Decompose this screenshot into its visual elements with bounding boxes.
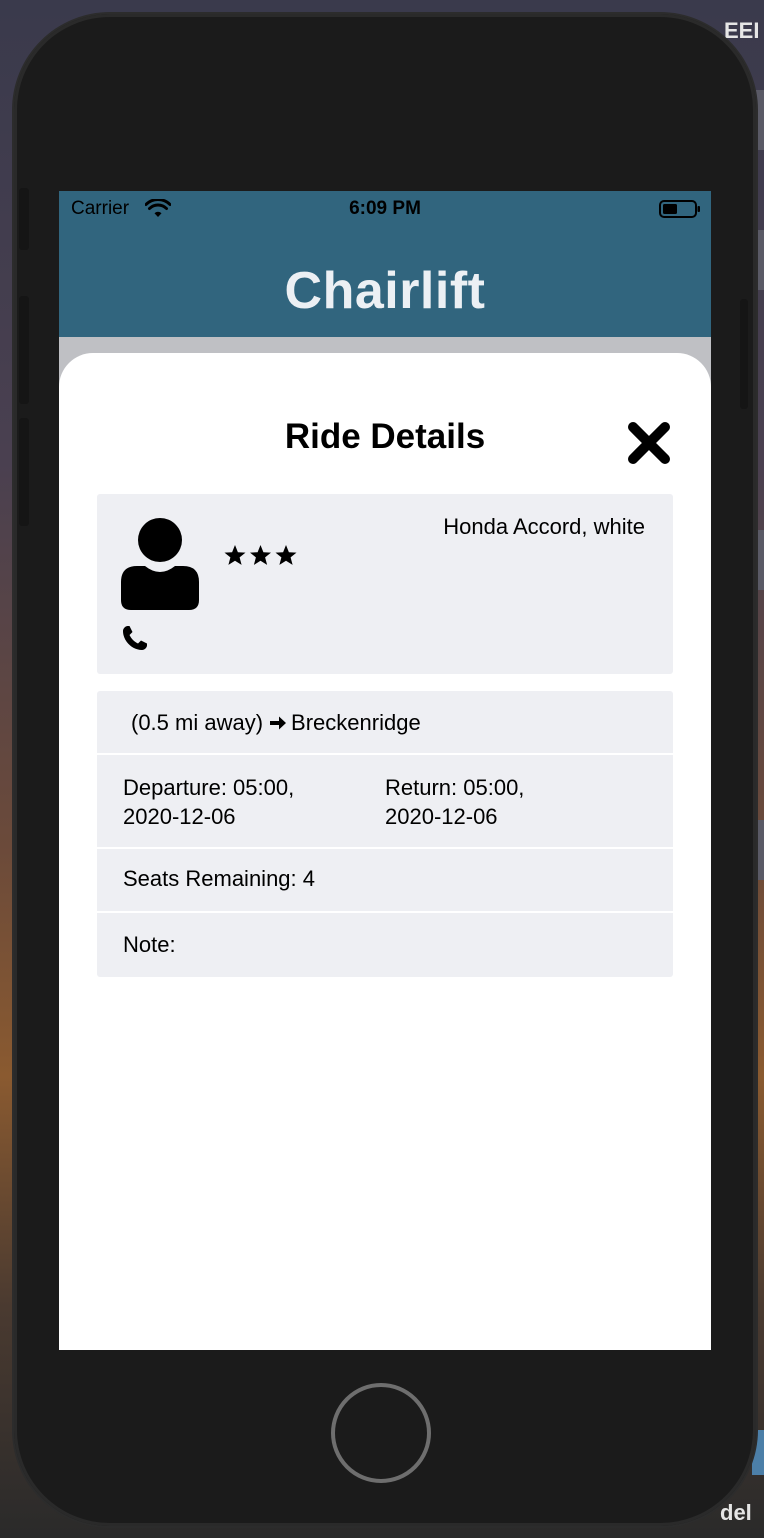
return-date: 2020-12-06 xyxy=(385,804,498,829)
status-bar: Carrier 6:09 PM xyxy=(59,191,711,227)
dates-row: Departure: 05:00, 2020-12-06 Return: 05:… xyxy=(97,755,673,847)
return-label: Return: 05:00, xyxy=(385,775,525,800)
destination-text: Breckenridge xyxy=(291,710,421,735)
app-title: Chairlift xyxy=(284,262,486,320)
modal-title: Ride Details xyxy=(284,417,486,456)
driver-card: Honda Accord, white xyxy=(97,494,673,674)
volume-up-button xyxy=(19,296,29,404)
status-time: 6:09 PM xyxy=(349,198,421,219)
volume-down-button xyxy=(19,418,29,526)
ride-details-modal: Ride Details Honda Accord, white (0.5 mi… xyxy=(59,353,711,1350)
desktop-label-bottom: del xyxy=(720,1500,752,1525)
power-button xyxy=(740,299,748,409)
departure-info: Departure: 05:00, 2020-12-06 xyxy=(123,773,353,831)
arrow-right-icon xyxy=(270,716,287,730)
departure-date: 2020-12-06 xyxy=(123,804,236,829)
battery-icon xyxy=(659,200,700,218)
note-row: Note: xyxy=(97,913,673,977)
close-icon[interactable] xyxy=(627,421,671,465)
mute-switch xyxy=(19,188,29,250)
rating-stars-icon xyxy=(224,545,297,565)
app-screen: Carrier 6:09 PM Chairlift Ride Details H… xyxy=(59,191,711,1350)
return-info: Return: 05:00, 2020-12-06 xyxy=(385,773,615,831)
home-button[interactable] xyxy=(331,1383,431,1483)
app-header: Carrier 6:09 PM Chairlift xyxy=(59,191,711,337)
seats-row: Seats Remaining: 4 xyxy=(97,849,673,911)
user-icon xyxy=(121,518,199,610)
departure-label: Departure: 05:00, xyxy=(123,775,295,800)
route-summary: (0.5 mi away) Breckenridge xyxy=(131,710,421,736)
note-label: Note: xyxy=(123,932,176,957)
car-description: Honda Accord, white xyxy=(443,514,645,539)
seats-remaining: Seats Remaining: 4 xyxy=(123,866,315,891)
distance-text: (0.5 mi away) xyxy=(131,710,264,735)
route-row: (0.5 mi away) Breckenridge xyxy=(97,691,673,753)
desktop-label-top: EEI xyxy=(724,18,760,43)
phone-icon[interactable] xyxy=(121,624,149,652)
